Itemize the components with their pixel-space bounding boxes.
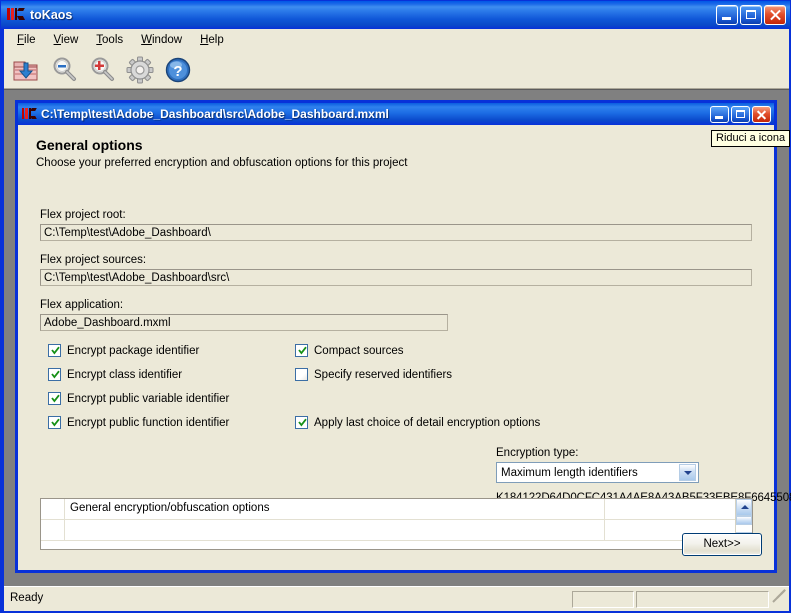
flex-project-root-label: Flex project root: xyxy=(40,209,126,221)
checkbox-label: Specify reserved identifiers xyxy=(314,368,453,381)
checkbox-encrypt-public-variable-identifier[interactable]: Encrypt public variable identifier xyxy=(48,392,229,405)
flex-project-sources-input[interactable]: C:\Temp\test\Adobe_Dashboard\src\ xyxy=(40,269,752,286)
encryption-type-select[interactable]: Maximum length identifiers xyxy=(496,462,699,483)
checkbox-label: Compact sources xyxy=(314,344,404,357)
checkbox-specify-reserved-identifiers[interactable]: Specify reserved identifiers xyxy=(295,368,452,381)
checkbox-apply-last-choice[interactable]: Apply last choice of detail encryption o… xyxy=(295,416,540,429)
checkbox-compact-sources[interactable]: Compact sources xyxy=(295,344,403,357)
check-icon xyxy=(51,394,60,403)
next-button[interactable]: Next>> xyxy=(682,533,762,556)
minimize-button[interactable] xyxy=(716,5,738,25)
grid-body: General encryption/obfuscation options xyxy=(41,499,735,549)
checkbox-label: Encrypt public function identifier xyxy=(67,416,230,429)
settings-gear-icon[interactable] xyxy=(123,53,157,87)
encryption-type-label: Encryption type: xyxy=(496,447,579,459)
menu-view[interactable]: View xyxy=(45,31,88,49)
app-logo-icon xyxy=(7,7,26,23)
flex-project-root-group: Flex project root: C:\Temp\test\Adobe_Da… xyxy=(40,209,752,241)
menu-file[interactable]: File xyxy=(8,31,45,49)
child-window-controls xyxy=(708,105,771,123)
menubar: File View Tools Window Help xyxy=(4,29,789,51)
statusbar: Ready xyxy=(4,586,789,611)
checkbox-box xyxy=(48,368,61,381)
child-close-button[interactable] xyxy=(752,105,771,123)
menu-help[interactable]: Help xyxy=(191,31,233,49)
flex-application-group: Flex application: Adobe_Dashboard.mxml xyxy=(40,299,448,331)
checkbox-encrypt-class-identifier[interactable]: Encrypt class identifier xyxy=(48,368,182,381)
menu-tools[interactable]: Tools xyxy=(87,31,132,49)
child-minimize-button[interactable] xyxy=(710,105,729,123)
checkbox-label: Encrypt class identifier xyxy=(67,368,183,381)
status-message: Ready xyxy=(10,591,44,604)
flex-project-sources-group: Flex project sources: C:\Temp\test\Adobe… xyxy=(40,254,752,286)
help-icon[interactable]: ? xyxy=(161,53,195,87)
checkbox-label: Apply last choice of detail encryption o… xyxy=(314,416,541,429)
maximize-button[interactable] xyxy=(740,5,762,25)
checkbox-box xyxy=(48,416,61,429)
app-title: toKaos xyxy=(30,8,73,22)
checkbox-encrypt-package-identifier[interactable]: Encrypt package identifier xyxy=(48,344,199,357)
child-window: C:\Temp\test\Adobe_Dashboard\src\ Adobe_D… xyxy=(15,100,791,573)
page-subtitle: Choose your preferred encryption and obf… xyxy=(36,157,408,169)
mdi-client-area: C:\Temp\test\Adobe_Dashboard\src\ Adobe_D… xyxy=(4,89,791,586)
check-icon xyxy=(51,346,60,355)
scrollbar-track[interactable] xyxy=(736,516,752,532)
checkbox-box xyxy=(295,416,308,429)
resize-grip-icon[interactable] xyxy=(771,589,787,607)
checkbox-label: Encrypt public variable identifier xyxy=(67,392,230,405)
check-icon xyxy=(51,418,60,427)
status-pane-2 xyxy=(572,590,634,608)
child-window-logo-icon xyxy=(22,108,37,120)
check-icon xyxy=(298,418,307,427)
row-indicator-cell xyxy=(41,520,65,540)
main-window-controls xyxy=(714,5,786,25)
child-maximize-button[interactable] xyxy=(731,105,750,123)
chevron-down-icon[interactable] xyxy=(679,464,696,481)
checkbox-box xyxy=(295,368,308,381)
child-window-title: C:\Temp\test\Adobe_Dashboard\src\Adobe_D… xyxy=(41,107,389,121)
grid-cell-description: General encryption/obfuscation options xyxy=(65,499,605,519)
main-titlebar[interactable]: toKaos xyxy=(1,1,790,29)
close-button[interactable] xyxy=(764,5,786,25)
menu-window[interactable]: Window xyxy=(132,31,191,49)
checkbox-encrypt-public-function-identifier[interactable]: Encrypt public function identifier xyxy=(48,416,229,429)
child-titlebar[interactable]: C:\Temp\test\Adobe_Dashboard\src\Adobe_D… xyxy=(18,103,774,125)
open-project-icon[interactable] xyxy=(9,53,43,87)
table-row[interactable] xyxy=(41,520,735,541)
zoom-out-icon[interactable] xyxy=(47,53,81,87)
flex-application-input[interactable]: Adobe_Dashboard.mxml xyxy=(40,314,448,331)
general-options-page: General options Choose your preferred en… xyxy=(18,125,791,570)
checkbox-label: Encrypt package identifier xyxy=(67,344,200,357)
minimize-tooltip: Riduci a icona xyxy=(711,130,791,147)
grid-cell-description xyxy=(65,520,605,540)
status-pane-3 xyxy=(636,590,769,608)
check-icon xyxy=(51,370,60,379)
scroll-up-button[interactable] xyxy=(736,499,752,516)
check-icon xyxy=(298,346,307,355)
checkbox-box xyxy=(48,392,61,405)
svg-text:?: ? xyxy=(173,63,182,80)
checkbox-box xyxy=(48,344,61,357)
checkbox-box xyxy=(295,344,308,357)
flex-application-label: Flex application: xyxy=(40,299,124,311)
flex-project-root-input[interactable]: C:\Temp\test\Adobe_Dashboard\ xyxy=(40,224,752,241)
options-grid[interactable]: General encryption/obfuscation options xyxy=(40,498,753,550)
zoom-in-icon[interactable] xyxy=(85,53,119,87)
main-window: toKaos File View Tools Window Help ? C:\… xyxy=(0,0,791,613)
table-row[interactable]: General encryption/obfuscation options xyxy=(41,499,735,520)
flex-project-sources-label: Flex project sources: xyxy=(40,254,147,266)
scrollbar-thumb[interactable] xyxy=(736,516,752,525)
grid-cell-extra xyxy=(605,499,735,519)
encryption-type-value: Maximum length identifiers xyxy=(501,466,638,479)
toolbar: ? xyxy=(4,51,789,89)
page-title: General options xyxy=(36,137,143,153)
page-header: General options Choose your preferred en… xyxy=(36,137,407,169)
row-indicator-cell xyxy=(41,499,65,519)
